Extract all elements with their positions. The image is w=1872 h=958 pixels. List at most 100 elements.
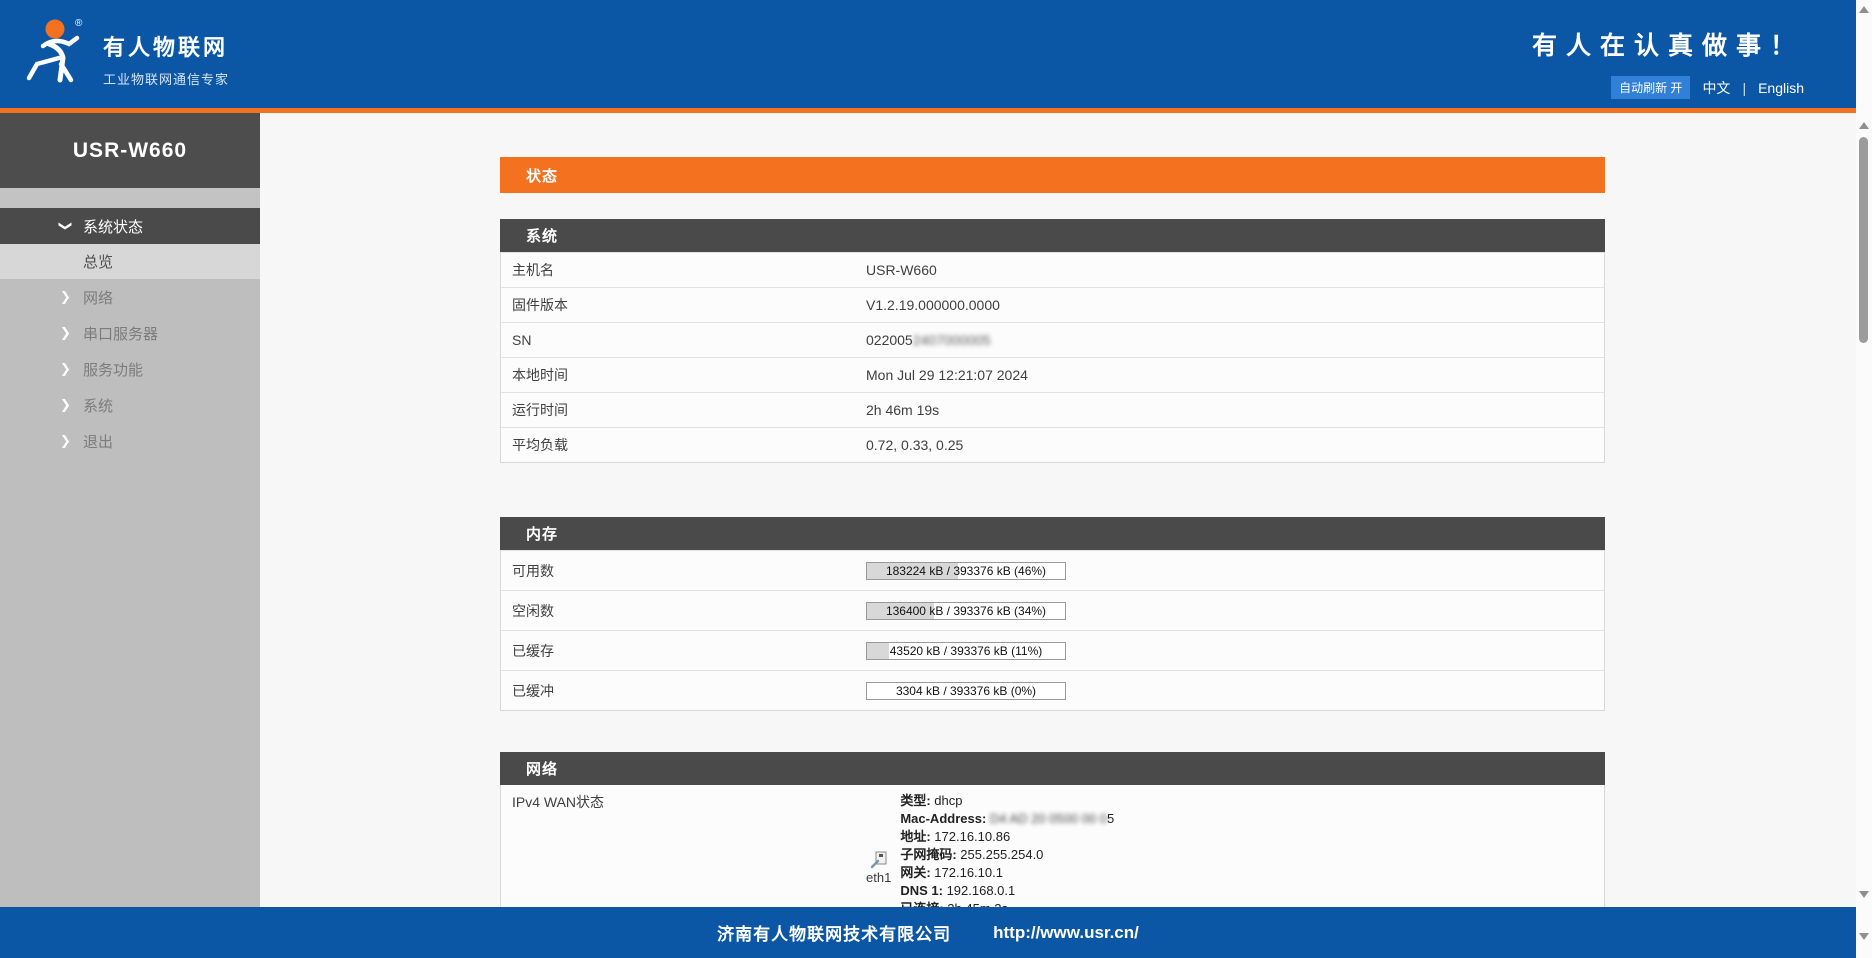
sidebar-item-system-status[interactable]: ❯ 系统状态: [0, 208, 260, 244]
lang-en-link[interactable]: English: [1758, 80, 1804, 96]
ethernet-device-icon: [870, 851, 888, 869]
svg-text:®: ®: [75, 18, 83, 29]
table-row: 固件版本 V1.2.19.000000.0000: [501, 287, 1604, 322]
interface-name: eth1: [866, 870, 891, 885]
page: ® 有人物联网 工业物联网通信专家 有人在认真做事！ 自动刷新 开 中文 | E…: [0, 0, 1872, 958]
header-right: 有人在认真做事！ 自动刷新 开 中文 | English: [1532, 26, 1804, 99]
row-label: SN: [501, 332, 866, 348]
chevron-right-icon: ❯: [60, 289, 83, 305]
sidebar-item-label: 网络: [83, 287, 113, 308]
row-label: 主机名: [501, 260, 866, 280]
table-row: 已缓存 43520 kB / 393376 kB (11%): [501, 630, 1604, 670]
interface-block: eth1: [866, 825, 891, 885]
memory-section-title: 内存: [500, 517, 1605, 550]
table-row: 可用数 183224 kB / 393376 kB (46%): [501, 550, 1604, 590]
row-value: USR-W660: [866, 262, 1604, 278]
memory-meter: 183224 kB / 393376 kB (46%): [866, 562, 1066, 580]
detail-line: 类型: dhcp: [900, 792, 1114, 810]
detail-line: DNS 1: 192.168.0.1: [900, 882, 1114, 900]
row-label: 本地时间: [501, 365, 866, 385]
sidebar-item-overview[interactable]: 总览: [0, 244, 260, 279]
memory-meter-text: 136400 kB / 393376 kB (34%): [867, 603, 1065, 619]
lang-divider: |: [1742, 80, 1746, 96]
row-label: 运行时间: [501, 400, 866, 420]
detail-line: 地址: 172.16.10.86: [900, 828, 1114, 846]
memory-meter-text: 43520 kB / 393376 kB (11%): [867, 643, 1065, 659]
row-label: 固件版本: [501, 295, 866, 315]
row-label: 空闲数: [501, 601, 866, 621]
scroll-down-arrow-icon[interactable]: [1859, 933, 1869, 940]
usr-logo-icon: ®: [25, 16, 89, 84]
sidebar-item-serial-server[interactable]: ❯ 串口服务器: [0, 315, 260, 351]
memory-meter-text: 183224 kB / 393376 kB (46%): [867, 563, 1065, 579]
table-row: SN 0220052407000005: [501, 322, 1604, 357]
brand-subtitle: 工业物联网通信专家: [103, 69, 229, 88]
sidebar-item-logout[interactable]: ❯ 退出: [0, 423, 260, 459]
sidebar-separator: [0, 188, 260, 208]
device-title: USR-W660: [0, 113, 260, 188]
scroll-down-arrow-icon[interactable]: [1859, 891, 1869, 898]
table-row: 本地时间 Mon Jul 29 12:21:07 2024: [501, 357, 1604, 392]
network-section: 网络 IPv4 WAN状态 eth1 类型:: [500, 752, 1605, 929]
footer-bar: 济南有人物联网技术有限公司 http://www.usr.cn/: [0, 907, 1856, 958]
scrollbar-thumb[interactable]: [1859, 137, 1868, 343]
row-value-sn: 0220052407000005: [866, 332, 1604, 348]
sidebar-item-system[interactable]: ❯ 系统: [0, 387, 260, 423]
sn-redacted: 2407000005: [913, 332, 991, 348]
row-value: 2h 46m 19s: [866, 402, 1604, 418]
chevron-right-icon: ❯: [60, 325, 83, 341]
auto-refresh-toggle[interactable]: 自动刷新 开: [1611, 76, 1690, 99]
sidebar-item-label: 系统状态: [83, 216, 143, 237]
table-row: 平均负载 0.72, 0.33, 0.25: [501, 427, 1604, 462]
detail-line: 子网掩码: 255.255.254.0: [900, 846, 1114, 864]
page-title: 状态: [500, 157, 1605, 193]
network-section-title: 网络: [500, 752, 1605, 785]
chevron-right-icon: ❯: [60, 397, 83, 413]
panel-column: 状态 系统 主机名 USR-W660 固件版本 V1.2.19.000000.0…: [500, 113, 1605, 929]
system-section-title: 系统: [500, 219, 1605, 252]
chevron-right-icon: ❯: [60, 361, 83, 377]
sidebar-item-services[interactable]: ❯ 服务功能: [0, 351, 260, 387]
memory-meter: 43520 kB / 393376 kB (11%): [866, 642, 1066, 660]
brand-text: 有人物联网 工业物联网通信专家: [103, 16, 229, 88]
sidebar: USR-W660 ❯ 系统状态 总览 ❯ 网络 ❯ 串口服务器 ❯ 服务功能 ❯…: [0, 113, 260, 907]
header-bar: ® 有人物联网 工业物联网通信专家 有人在认真做事！ 自动刷新 开 中文 | E…: [0, 0, 1856, 108]
table-row: 空闲数 136400 kB / 393376 kB (34%): [501, 590, 1604, 630]
table-row: 已缓冲 3304 kB / 393376 kB (0%): [501, 670, 1604, 710]
footer-url-link[interactable]: http://www.usr.cn/: [993, 923, 1139, 943]
chevron-down-icon: ❯: [60, 218, 83, 234]
detail-line: Mac-Address: D4 AD 20 0500 00 05: [900, 810, 1114, 828]
scroll-up-arrow-icon[interactable]: [1859, 122, 1869, 129]
wan-details: 类型: dhcp Mac-Address: D4 AD 20 0500 00 0…: [900, 792, 1114, 918]
table-row: 运行时间 2h 46m 19s: [501, 392, 1604, 427]
sn-visible: 022005: [866, 332, 913, 348]
memory-meter: 136400 kB / 393376 kB (34%): [866, 602, 1066, 620]
sidebar-item-label: 总览: [83, 251, 113, 272]
header-controls: 自动刷新 开 中文 | English: [1532, 76, 1804, 99]
main-content: 状态 系统 主机名 USR-W660 固件版本 V1.2.19.000000.0…: [260, 113, 1856, 907]
lang-zh-link[interactable]: 中文: [1702, 78, 1730, 98]
brand-title: 有人物联网: [103, 30, 229, 62]
detail-line: 网关: 172.16.10.1: [900, 864, 1114, 882]
scrollbar[interactable]: [1856, 0, 1872, 958]
sidebar-item-label: 系统: [83, 395, 113, 416]
system-section: 系统 主机名 USR-W660 固件版本 V1.2.19.000000.0000…: [500, 219, 1605, 463]
scroll-up-arrow-icon[interactable]: [1859, 6, 1869, 13]
sidebar-item-label: 退出: [83, 431, 113, 452]
row-label: 已缓冲: [501, 681, 866, 701]
sidebar-item-network[interactable]: ❯ 网络: [0, 279, 260, 315]
sidebar-item-label: 服务功能: [83, 359, 143, 380]
row-label: 平均负载: [501, 435, 866, 455]
row-value: V1.2.19.000000.0000: [866, 297, 1604, 313]
row-label: IPv4 WAN状态: [501, 792, 866, 812]
row-label: 已缓存: [501, 641, 866, 661]
slogan-text: 有人在认真做事！: [1532, 26, 1804, 62]
footer-company: 济南有人物联网技术有限公司: [717, 920, 951, 945]
sidebar-item-label: 串口服务器: [83, 323, 158, 344]
row-value: Mon Jul 29 12:21:07 2024: [866, 367, 1604, 383]
memory-meter: 3304 kB / 393376 kB (0%): [866, 682, 1066, 700]
memory-meter-text: 3304 kB / 393376 kB (0%): [867, 683, 1065, 699]
row-label: 可用数: [501, 561, 866, 581]
chevron-right-icon: ❯: [60, 433, 83, 449]
table-row: 主机名 USR-W660: [501, 252, 1604, 287]
